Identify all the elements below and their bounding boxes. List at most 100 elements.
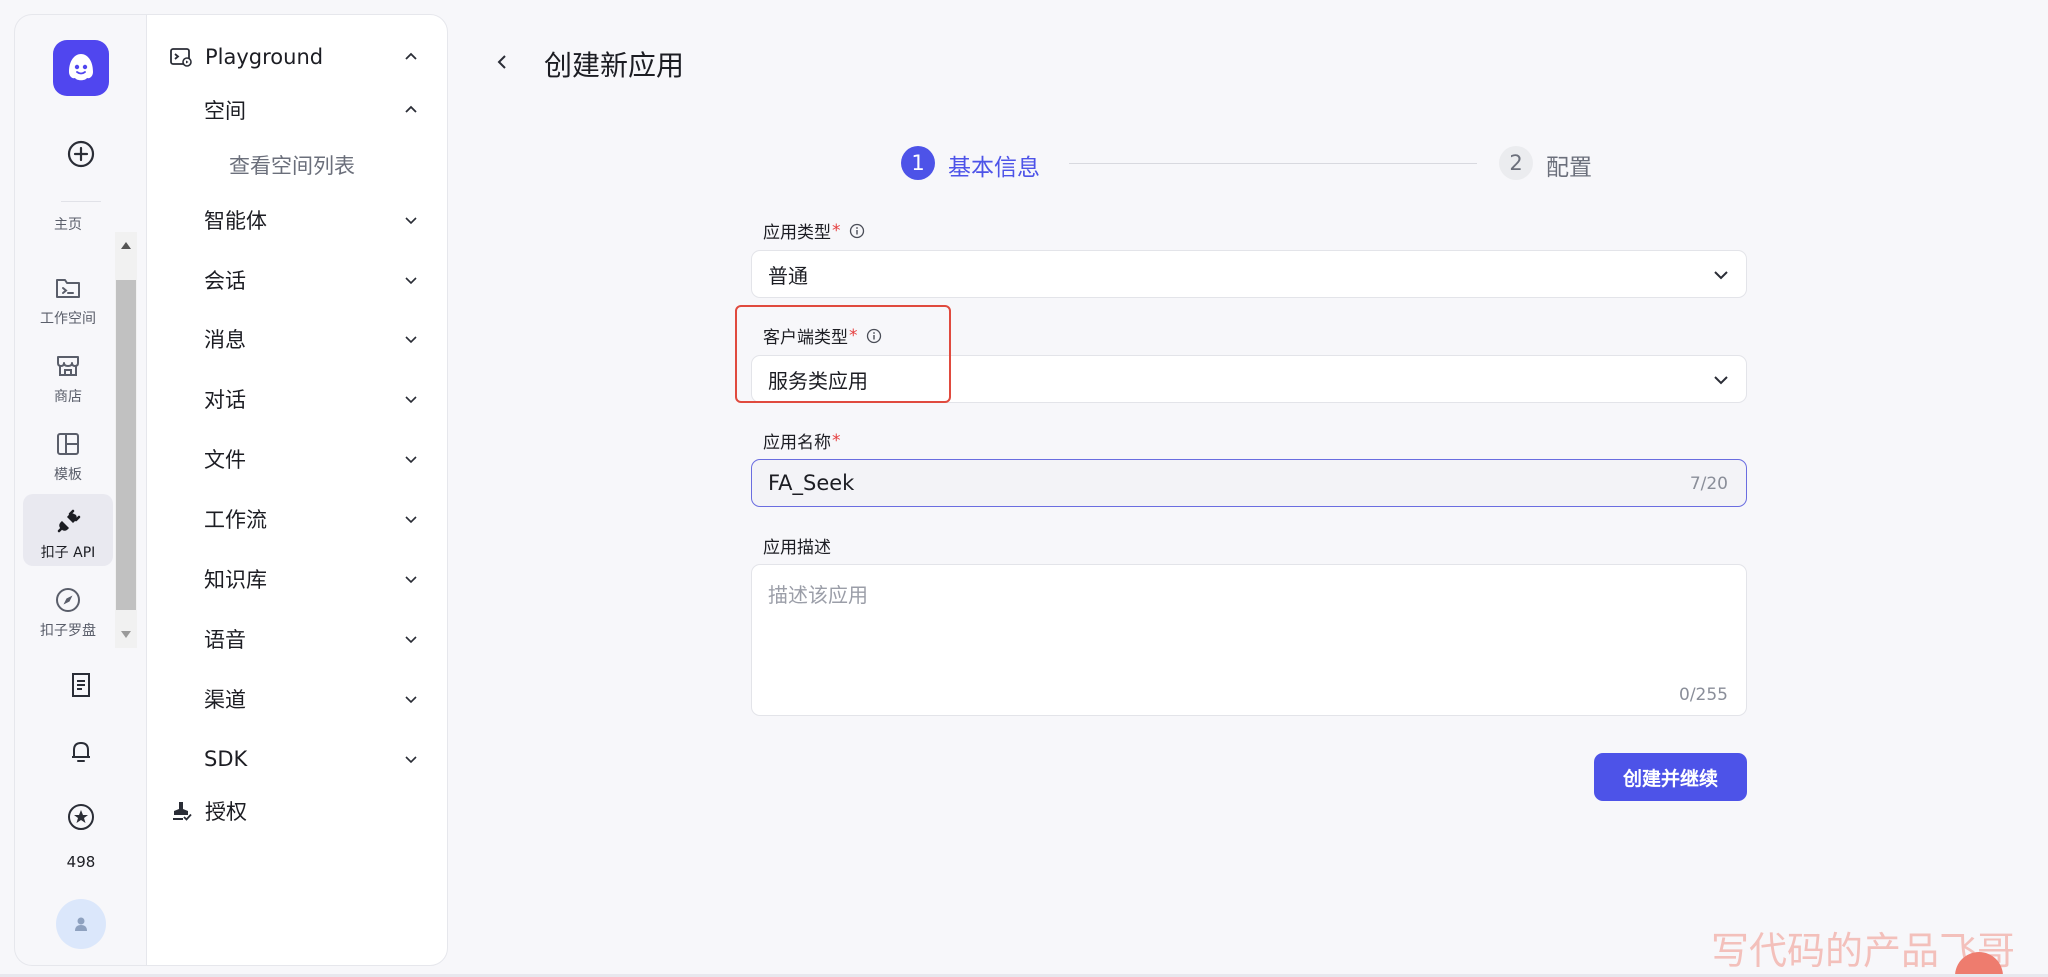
scroll-up-icon[interactable] [121,242,131,249]
field-label-text: 应用描述 [763,538,831,558]
sidebar-item-label: 对话 [204,388,246,412]
template-icon [53,429,83,459]
sidebar-item-label: 工作流 [204,508,267,532]
app-type-select[interactable]: 普通 [751,250,1747,298]
chevron-down-icon [405,576,417,584]
compass-icon [53,585,83,615]
sidebar-item-chat[interactable]: 对话 [147,377,437,421]
field-label-text: 客户端类型 [763,328,848,348]
chevron-down-icon [405,396,417,404]
scroll-down-icon[interactable] [121,631,131,638]
rail-item-home[interactable]: 主页 [23,194,113,238]
sidebar-item-auth[interactable]: 授权 [147,789,437,833]
plug-icon [53,507,83,537]
app-name-char-count: 7/20 [1689,474,1728,494]
rail-nav: 主页 工作空间 商店 模板 扣子 API 扣子罗盘 [15,217,147,650]
field-label-text: 应用类型 [763,223,831,243]
app-type-label: 应用类型 * [763,218,865,243]
page-title: 创建新应用 [544,49,685,82]
star-badge-icon[interactable] [65,801,97,833]
stamp-icon [167,797,195,825]
sidebar-item-playground[interactable]: Playground [147,35,437,79]
sidebar-item-label: 消息 [204,328,246,352]
rail-item-label: 工作空间 [40,311,96,327]
avatar[interactable] [56,899,106,949]
app-type-value: 普通 [768,263,808,288]
coze-logo-icon[interactable] [53,40,109,96]
chevron-down-icon [405,456,417,464]
sidebar-item-label: 查看空间列表 [229,154,355,178]
app-name-value: FA_Seek [768,471,855,495]
step-2-label: 配置 [1546,155,1592,181]
chevron-up-icon [405,52,417,60]
bell-icon[interactable] [65,735,97,767]
sidebar-item-label: 空间 [204,99,246,123]
chevron-up-icon [405,105,417,113]
client-type-value: 服务类应用 [768,368,868,393]
client-type-label: 客户端类型 * [763,323,882,348]
sidebar-item-workflow[interactable]: 工作流 [147,497,437,541]
sidebar-item-label: SDK [204,747,248,771]
chevron-down-icon [405,696,417,704]
credits-count: 498 [66,853,96,871]
info-icon[interactable] [849,223,865,239]
chevron-left-icon [497,55,506,69]
api-sidebar: Playground 空间 查看空间列表 智能体 会话 消息 对话 文件 工作流… [146,14,448,966]
rail-item-label: 扣子罗盘 [40,623,96,639]
field-label-text: 应用名称 [763,433,831,453]
chevron-down-icon [405,217,417,225]
app-desc-placeholder: 描述该应用 [768,583,868,607]
app-desc-char-count: 0/255 [1679,685,1728,705]
sidebar-item-label: 文件 [204,448,246,472]
sidebar-item-channel[interactable]: 渠道 [147,677,437,721]
sidebar-item-message[interactable]: 消息 [147,317,437,361]
rail-item-label: 主页 [54,217,82,233]
playground-icon [167,43,195,71]
app-name-input[interactable]: FA_Seek 7/20 [751,459,1747,507]
app-name-label: 应用名称 * [763,428,841,454]
sidebar-item-file[interactable]: 文件 [147,437,437,481]
back-button[interactable] [488,48,516,76]
docs-icon[interactable] [65,669,97,701]
chevron-down-icon [405,756,417,764]
required-mark: * [832,220,841,241]
sidebar-item-space[interactable]: 空间 [147,88,437,132]
sidebar-item-session[interactable]: 会话 [147,258,437,302]
sidebar-item-label: 知识库 [204,568,267,592]
create-continue-button[interactable]: 创建并继续 [1594,753,1747,801]
sidebar-item-space-list[interactable]: 查看空间列表 [147,143,437,187]
step-1-number: 1 [901,146,935,180]
info-icon[interactable] [866,328,882,344]
sidebar-item-label: Playground [205,45,324,69]
sidebar-item-label: 智能体 [204,209,267,233]
step-1-label: 基本信息 [948,155,1040,181]
rail-item-label: 扣子 API [40,545,96,561]
rail-item-template[interactable]: 模板 [23,416,113,488]
rail-scrollbar-thumb[interactable] [116,280,136,610]
sidebar-item-voice[interactable]: 语音 [147,617,437,661]
app-desc-textarea[interactable]: 描述该应用 0/255 [751,564,1747,716]
sidebar-item-knowledge[interactable]: 知识库 [147,557,437,601]
step-2-number: 2 [1499,146,1533,180]
rail-item-label: 模板 [54,467,82,483]
rail-item-label: 商店 [54,389,82,405]
rail-item-compass[interactable]: 扣子罗盘 [23,572,113,644]
sidebar-item-agent[interactable]: 智能体 [147,198,437,242]
chevron-down-icon [405,277,417,285]
required-mark: * [832,430,841,451]
add-icon[interactable] [65,138,97,170]
rail-item-coze-api[interactable]: 扣子 API [23,494,113,566]
chevron-down-icon [1714,271,1728,280]
required-mark: * [849,325,858,346]
left-rail: 主页 工作空间 商店 模板 扣子 API 扣子罗盘 498 [14,14,146,966]
step-connector [1069,163,1477,164]
chevron-down-icon [405,636,417,644]
rail-item-store[interactable]: 商店 [23,338,113,410]
store-icon [53,351,83,381]
rail-item-workspace[interactable]: 工作空间 [23,260,113,332]
sidebar-item-sdk[interactable]: SDK [147,737,437,781]
client-type-select[interactable]: 服务类应用 [751,355,1747,403]
terminal-folder-icon [53,273,83,303]
chevron-down-icon [405,516,417,524]
sidebar-item-label: 授权 [205,800,247,824]
